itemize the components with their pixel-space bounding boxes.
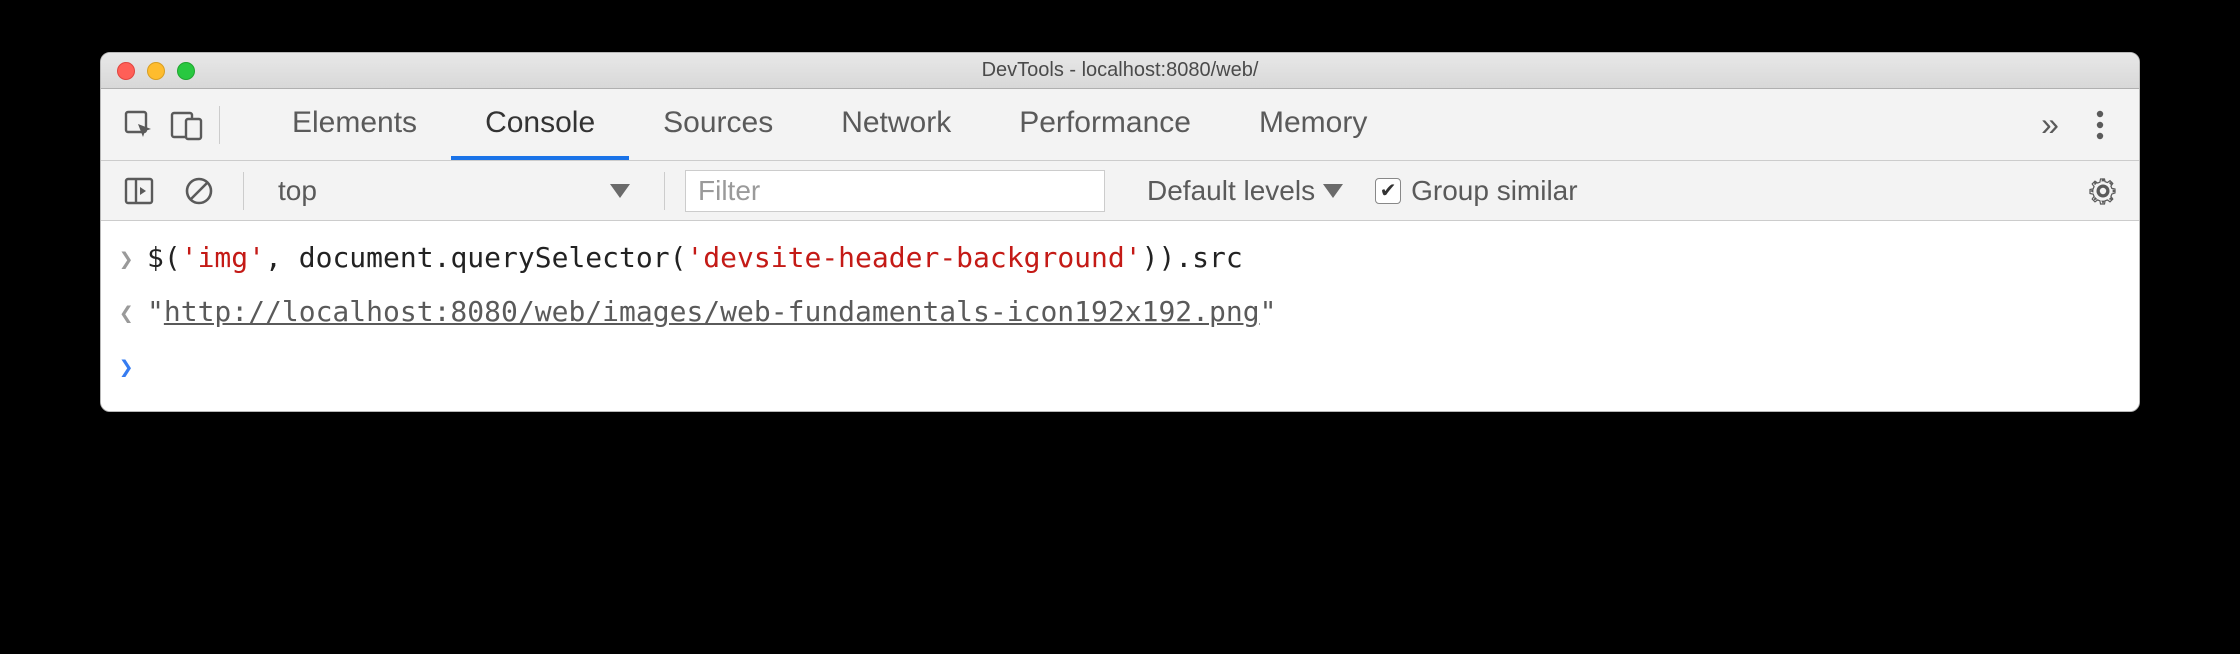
- kebab-menu-icon[interactable]: [2075, 100, 2125, 150]
- devtools-window: DevTools - localhost:8080/web/ Elements …: [100, 52, 2140, 412]
- close-button[interactable]: [117, 62, 135, 80]
- filter-input[interactable]: [685, 170, 1105, 212]
- prompt-icon: ❯: [119, 345, 147, 385]
- main-tabbar: Elements Console Sources Network Perform…: [101, 89, 2139, 161]
- checkbox-checked-icon[interactable]: ✔: [1375, 178, 1401, 204]
- output-indicator-icon: ❮: [119, 291, 147, 331]
- console-body[interactable]: ❯ $('img', document.querySelector('devsi…: [101, 221, 2139, 411]
- tabs-list: Elements Console Sources Network Perform…: [258, 89, 1401, 160]
- tab-memory[interactable]: Memory: [1225, 89, 1401, 160]
- console-prompt-row[interactable]: ❯: [101, 339, 2139, 391]
- divider: [664, 172, 665, 210]
- console-output-row: ❮ "http://localhost:8080/web/images/web-…: [101, 285, 2139, 339]
- chevron-down-icon: [610, 184, 630, 198]
- divider: [219, 106, 220, 144]
- tab-network[interactable]: Network: [807, 89, 985, 160]
- tab-sources[interactable]: Sources: [629, 89, 807, 160]
- maximize-button[interactable]: [177, 62, 195, 80]
- minimize-button[interactable]: [147, 62, 165, 80]
- inspect-element-icon[interactable]: [115, 101, 163, 149]
- levels-label: Default levels: [1147, 175, 1315, 207]
- group-similar-label: Group similar: [1411, 175, 1577, 207]
- toggle-sidebar-icon[interactable]: [115, 167, 163, 215]
- input-prompt-icon: ❯: [119, 237, 147, 277]
- context-selector[interactable]: top: [264, 175, 644, 207]
- traffic-lights: [101, 62, 195, 80]
- console-output-value: "http://localhost:8080/web/images/web-fu…: [147, 291, 1276, 333]
- tab-elements[interactable]: Elements: [258, 89, 451, 160]
- console-toolbar: top Default levels ✔ Group similar: [101, 161, 2139, 221]
- chevron-down-icon: [1323, 184, 1343, 198]
- group-similar-option[interactable]: ✔ Group similar: [1375, 175, 1577, 207]
- more-tabs-icon[interactable]: »: [2025, 100, 2075, 150]
- context-label: top: [278, 175, 317, 207]
- log-levels-selector[interactable]: Default levels: [1147, 175, 1343, 207]
- device-toolbar-icon[interactable]: [163, 101, 211, 149]
- clear-console-icon[interactable]: [175, 167, 223, 215]
- tab-performance[interactable]: Performance: [985, 89, 1225, 160]
- console-input-code: $('img', document.querySelector('devsite…: [147, 237, 1243, 279]
- titlebar: DevTools - localhost:8080/web/: [101, 53, 2139, 89]
- tab-console[interactable]: Console: [451, 89, 629, 160]
- console-input-row: ❯ $('img', document.querySelector('devsi…: [101, 231, 2139, 285]
- divider: [243, 172, 244, 210]
- settings-icon[interactable]: [2081, 169, 2125, 213]
- window-title: DevTools - localhost:8080/web/: [101, 59, 2139, 82]
